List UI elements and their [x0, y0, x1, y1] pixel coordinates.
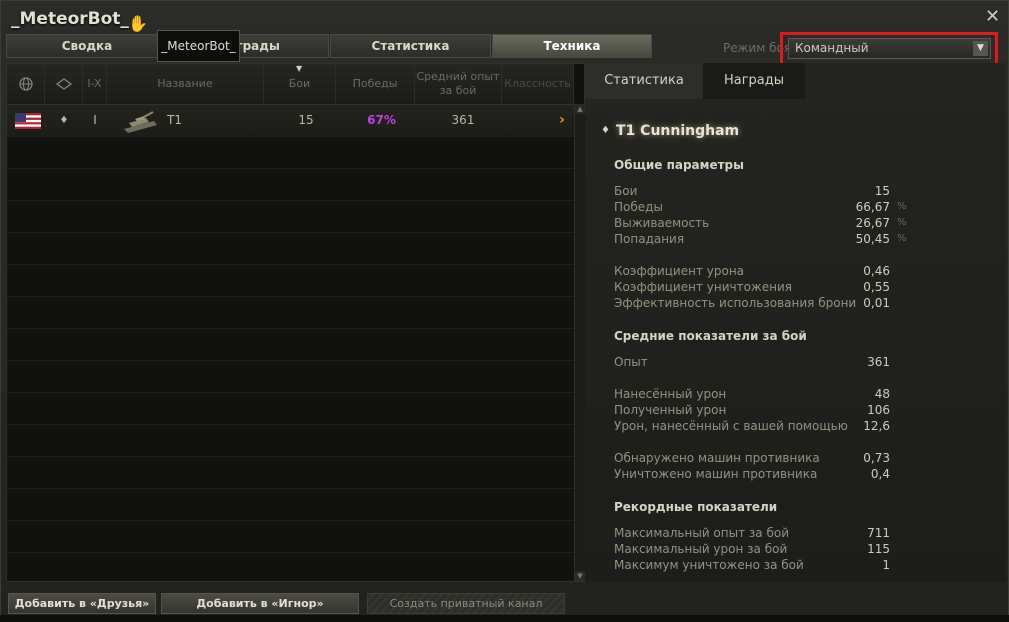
stat-value: 361 — [867, 355, 890, 369]
table-row[interactable]: ♦ I T1 15 67% 361 › — [7, 105, 574, 137]
sort-arrow-icon: ▼ — [296, 64, 303, 73]
mastery-sort-header[interactable]: Классность — [502, 64, 574, 104]
vehicle-name-cell: T1 — [167, 113, 182, 127]
stat-value: 48 — [874, 387, 890, 401]
usa-flag-icon — [14, 105, 41, 136]
tab-statistics[interactable]: Статистика — [330, 34, 491, 58]
bottom-strip — [0, 615, 1009, 622]
stat-label: Опыт — [614, 355, 648, 369]
stat-value: 0,55 — [863, 280, 890, 294]
stat-label: Коэффициент уничтожения — [614, 280, 792, 294]
stat-label: Победы — [614, 200, 663, 214]
table-row-empty — [7, 137, 574, 169]
vehicle-list-scrollbar[interactable]: ▲ ▼ — [574, 104, 585, 581]
chevron-down-icon[interactable]: ▼ — [973, 41, 988, 56]
add-friend-button[interactable]: Добавить в «Друзья» — [8, 593, 156, 614]
vehicle-list-panel: I-X Название Бои ▼ Победы Средний опыт з… — [6, 63, 585, 585]
table-row-empty — [7, 201, 574, 233]
stat-value: 0,01 — [863, 296, 890, 310]
records-section-title: Рекордные показатели — [614, 500, 778, 514]
stat-label: Эффективность использования брони — [614, 296, 857, 310]
player-name-tooltip: _MeteorBot_ — [157, 30, 240, 62]
stat-label: Выживаемость — [614, 216, 710, 230]
scroll-down-icon[interactable]: ▼ — [575, 571, 585, 581]
stat-value: 711 — [867, 526, 890, 540]
table-row-empty — [7, 329, 574, 361]
table-row-empty — [7, 393, 574, 425]
stat-unit: % — [897, 233, 907, 244]
hand-cursor-icon: ✋ — [128, 14, 148, 33]
tank-icon — [117, 105, 162, 136]
details-tab-awards[interactable]: Награды — [703, 63, 805, 99]
stat-value: 50,45 — [855, 232, 890, 246]
scroll-up-icon[interactable]: ▲ — [575, 104, 585, 114]
tab-summary[interactable]: Сводка — [6, 34, 168, 58]
type-sort-header[interactable] — [45, 64, 83, 104]
table-row-empty — [7, 169, 574, 201]
battle-mode-value: Командный — [795, 41, 869, 55]
table-row-empty — [7, 425, 574, 457]
stat-value: 0,4 — [870, 467, 890, 481]
stat-label: Максимальный урон за бой — [614, 542, 788, 556]
stat-value: 0,46 — [863, 264, 890, 278]
name-sort-header[interactable]: Название — [107, 64, 264, 104]
table-row-empty — [7, 361, 574, 393]
stat-label: Максимум уничтожено за бой — [614, 558, 804, 572]
vehicle-details-panel: Статистика Награды ♦ T1 Cunningham Общие… — [585, 63, 1006, 582]
battles-cell: 15 — [298, 113, 314, 127]
stat-unit: % — [897, 201, 907, 212]
table-row-empty — [7, 489, 574, 521]
avg-exp-cell: 361 — [451, 113, 475, 127]
stat-unit: % — [897, 217, 907, 228]
create-private-channel-button[interactable]: Создать приватный канал — [367, 593, 565, 614]
stat-label: Нанесённый урон — [614, 387, 727, 401]
stat-value: 0,73 — [863, 451, 890, 465]
general-section-title: Общие параметры — [614, 158, 744, 172]
table-row-empty — [7, 265, 574, 297]
stat-value: 15 — [874, 184, 890, 198]
stat-value: 106 — [867, 403, 890, 417]
tab-vehicles[interactable]: Техника — [492, 34, 652, 58]
stat-value: 12,6 — [863, 419, 890, 433]
vehicle-type-icon: ♦ — [601, 125, 610, 136]
stat-label: Бои — [614, 184, 638, 198]
stat-label: Попадания — [614, 232, 685, 246]
nation-sort-header[interactable] — [7, 64, 45, 104]
stat-label: Урон, нанесённый с вашей помощью — [614, 419, 848, 433]
stat-value: 66,67 — [855, 200, 890, 214]
stat-label: Полученный урон — [614, 403, 727, 417]
table-row-empty — [7, 521, 574, 553]
table-row-empty — [7, 553, 574, 585]
stat-label: Максимальный опыт за бой — [614, 526, 789, 540]
table-row-empty — [7, 457, 574, 489]
vehicle-type-icon — [55, 78, 72, 90]
stat-label: Уничтожено машин противника — [614, 467, 818, 481]
stat-value: 26,67 — [855, 216, 890, 230]
vehicle-type-cell: ♦ — [59, 115, 69, 126]
stat-value: 1 — [882, 558, 890, 572]
battles-header-label: Бои — [288, 77, 311, 90]
average-section-title: Средние показатели за бой — [614, 329, 807, 343]
tier-cell: I — [93, 113, 97, 127]
wins-cell: 67% — [367, 113, 396, 127]
wins-sort-header[interactable]: Победы — [336, 64, 415, 104]
add-ignore-button[interactable]: Добавить в «Игнор» — [161, 593, 359, 614]
stat-value: 115 — [867, 542, 890, 556]
player-info-window: _MeteorBot_ ✋ ✕ Сводка Награды Статистик… — [0, 0, 1009, 622]
battle-mode-dropdown[interactable]: Командный ▼ — [788, 38, 991, 59]
window-title: _MeteorBot_ — [11, 9, 129, 29]
globe-icon — [18, 77, 33, 91]
details-tab-statistics[interactable]: Статистика — [585, 63, 703, 99]
stat-label: Коэффициент урона — [614, 264, 745, 278]
battles-sort-header[interactable]: Бои ▼ — [264, 64, 336, 104]
avg-exp-sort-header[interactable]: Средний опыт за бой — [415, 64, 502, 104]
vehicle-title: T1 Cunningham — [616, 123, 740, 139]
table-row-empty — [7, 297, 574, 329]
tier-sort-header[interactable]: I-X — [83, 64, 107, 104]
stat-label: Обнаружено машин противника — [614, 451, 820, 465]
row-arrow-icon[interactable]: › — [554, 105, 570, 136]
table-row-empty — [7, 233, 574, 265]
close-icon[interactable]: ✕ — [985, 6, 1000, 27]
